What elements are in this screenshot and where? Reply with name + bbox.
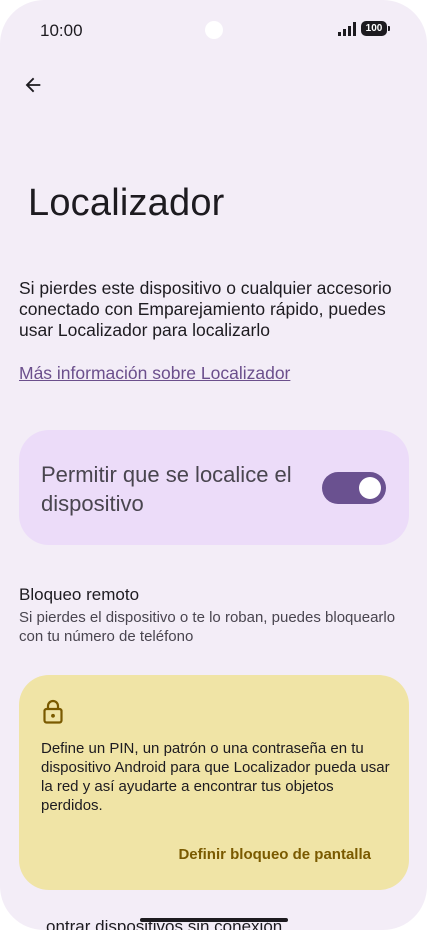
learn-more-link[interactable]: Más información sobre Localizador — [19, 363, 290, 384]
remote-lock-summary: Si pierdes el dispositivo o te lo roban,… — [19, 609, 396, 645]
remote-lock-item[interactable]: Bloqueo remoto Si pierdes el dispositivo… — [19, 585, 414, 646]
back-button[interactable] — [18, 70, 48, 100]
signal-icon — [338, 22, 356, 36]
lock-icon — [43, 699, 63, 724]
find-device-switch[interactable] — [322, 472, 386, 504]
phone-screen: 10:00 100 Localizador Si pierdes este di… — [0, 0, 427, 930]
switch-knob — [359, 477, 381, 499]
arrow-back-icon — [25, 77, 41, 93]
status-time: 10:00 — [40, 21, 83, 40]
warning-text: Define un PIN, un patrón o una contraseñ… — [41, 740, 390, 814]
find-device-toggle-card[interactable]: Permitir que se localice el dispositivo — [19, 430, 409, 545]
camera-cutout — [205, 21, 223, 39]
battery-icon: 100 — [361, 21, 390, 36]
toggle-label: Permitir que se localice el dispositivo — [41, 462, 292, 516]
description-text: Si pierdes este dispositivo o cualquier … — [19, 278, 392, 340]
home-indicator[interactable] — [140, 918, 288, 922]
screen-lock-warning-card: Define un PIN, un patrón o una contraseñ… — [19, 675, 409, 890]
status-bar: 10:00 100 — [0, 0, 427, 60]
set-screen-lock-button[interactable]: Definir bloqueo de pantalla — [178, 846, 371, 863]
page-title: Localizador — [28, 182, 225, 224]
remote-lock-title: Bloqueo remoto — [19, 585, 140, 604]
